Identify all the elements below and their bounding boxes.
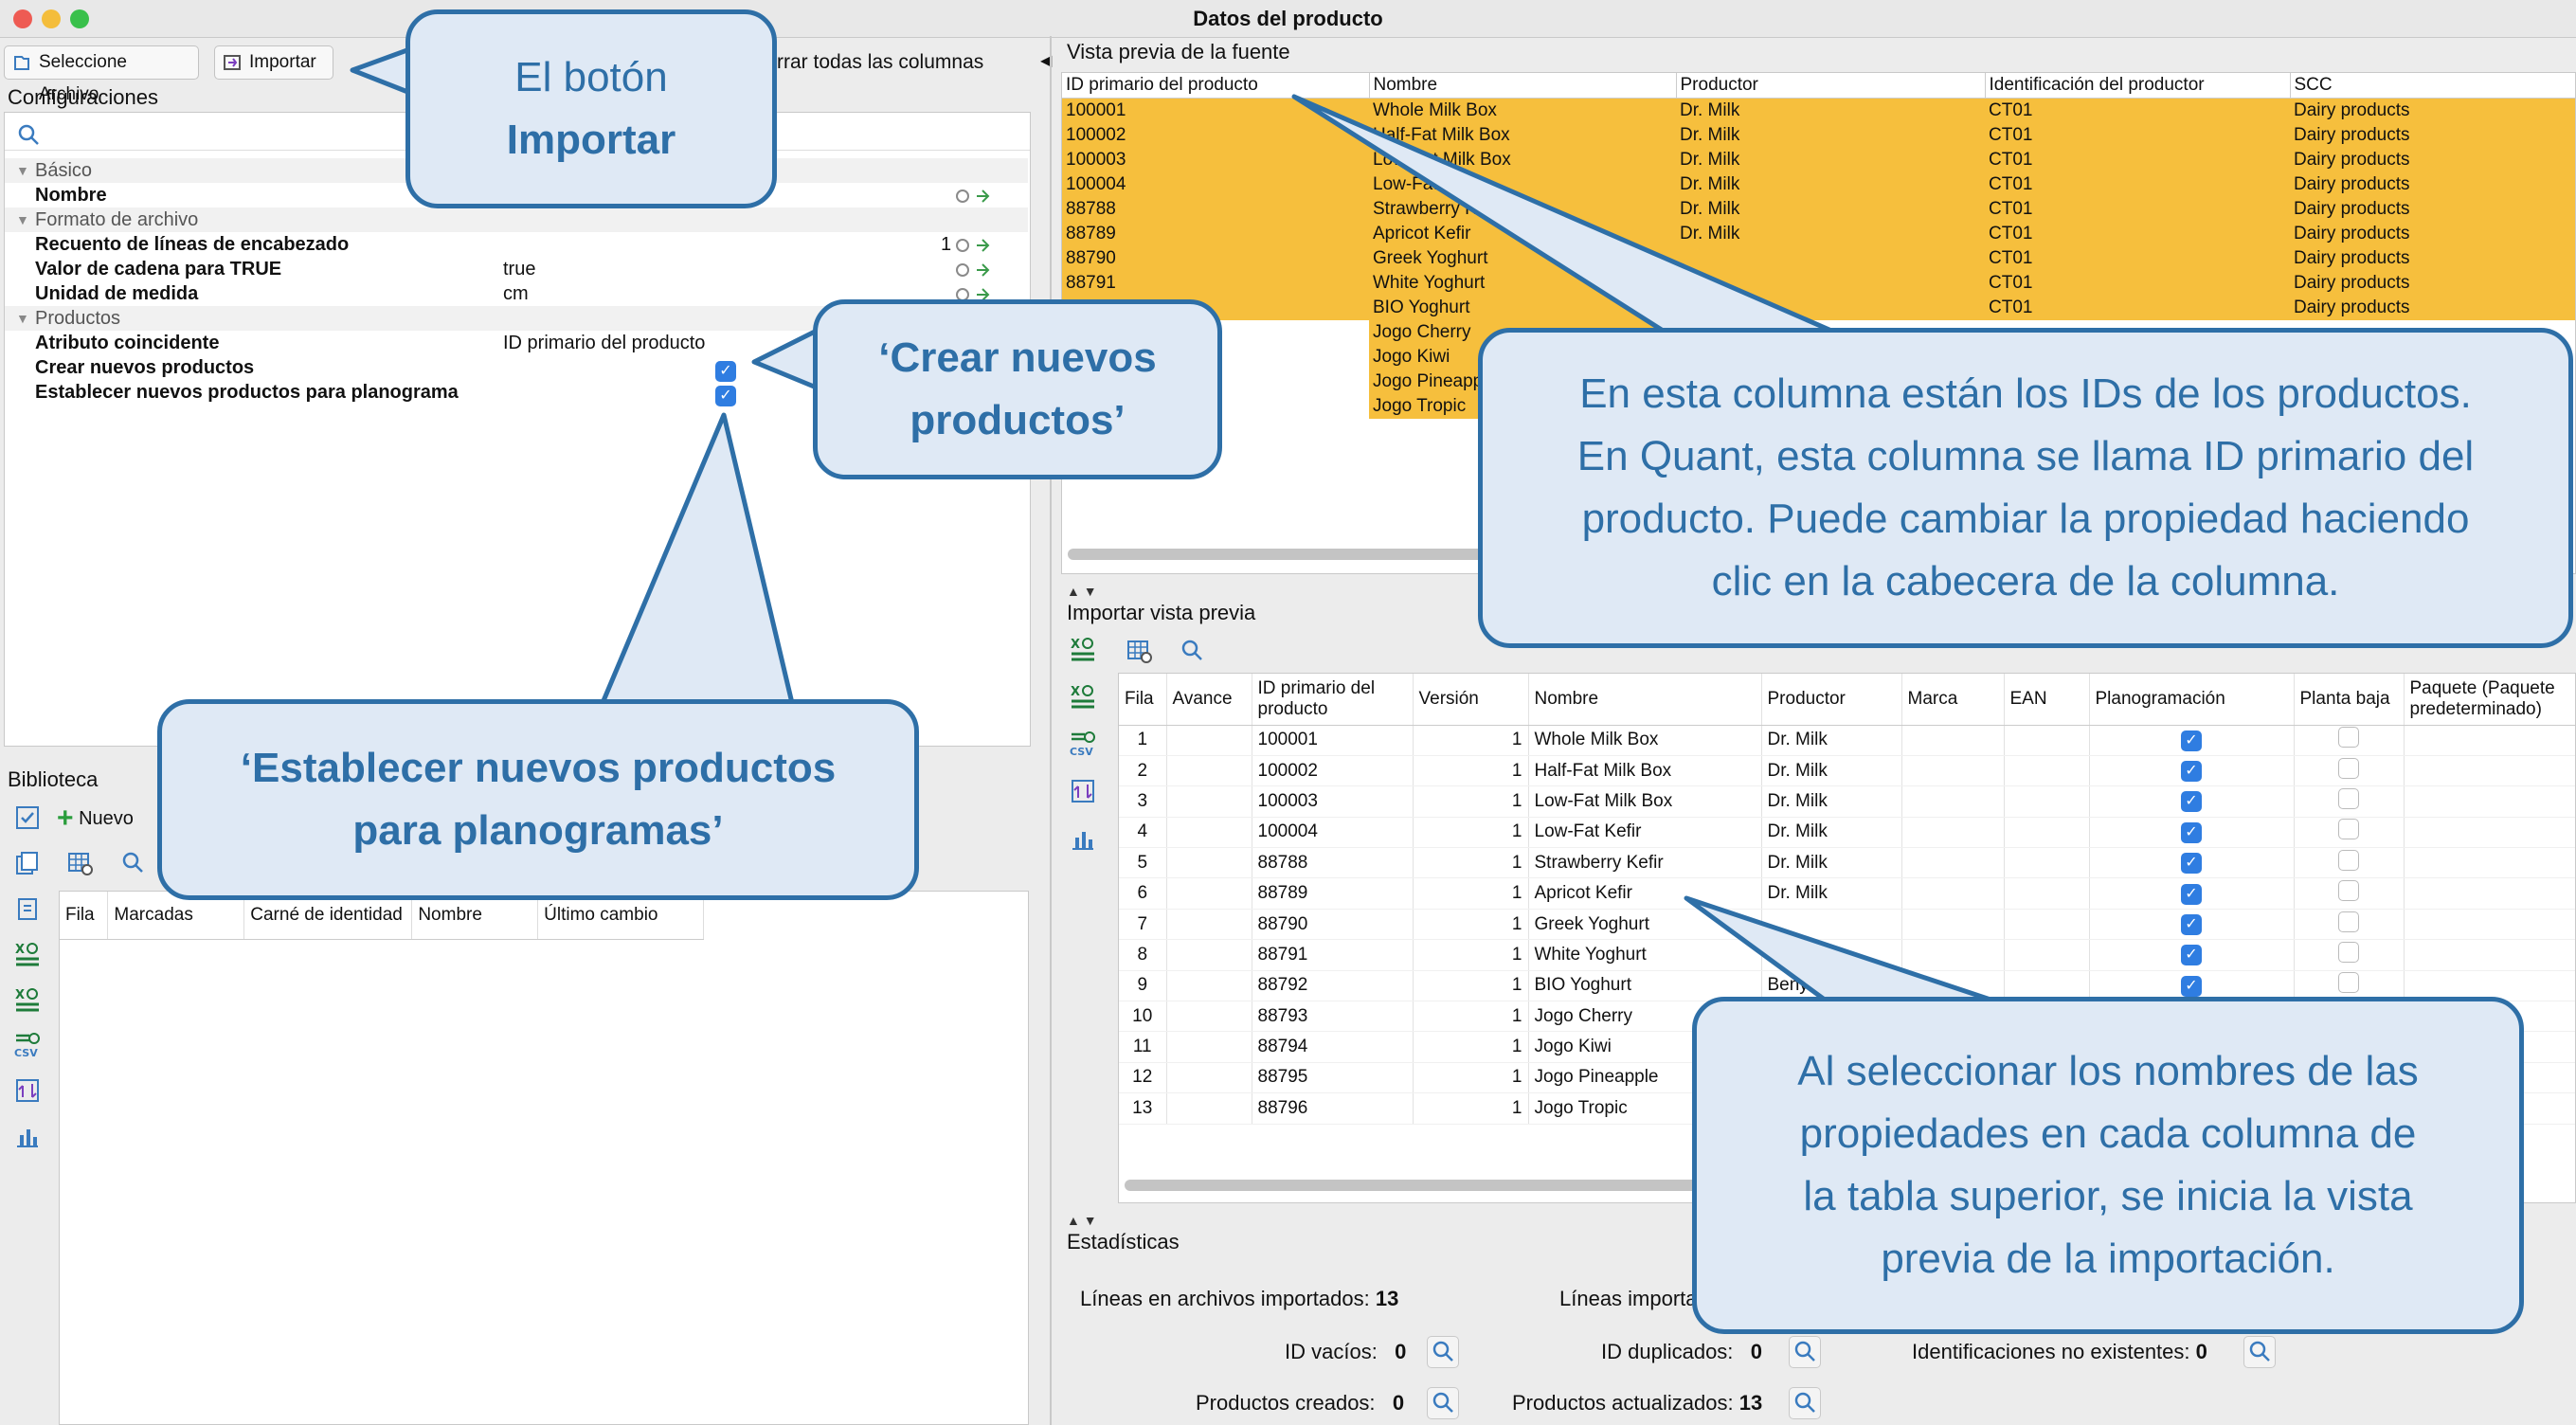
- selection-callout-line1: Al seleccionar los nombres de las: [1797, 1048, 2419, 1094]
- id-column-callout-pointer: [1291, 94, 1841, 336]
- id-column-callout: En esta columna están los IDs de los pro…: [1478, 328, 2573, 648]
- planogram-callout-line2: para planogramas’: [352, 807, 724, 854]
- create-callout-pointer: [751, 327, 821, 391]
- import-callout-line2: Importar: [506, 117, 676, 163]
- id-callout-line1: En esta columna están los IDs de los pro…: [1579, 370, 2472, 417]
- id-callout-line4: clic en la cabecera de la columna.: [1711, 558, 2340, 604]
- selection-callout-pointer: [1684, 895, 2002, 1005]
- import-callout-line1: El botón: [514, 54, 668, 100]
- create-callout-line1: ‘Crear nuevos: [878, 334, 1157, 381]
- create-products-callout: ‘Crear nuevos productos’: [813, 299, 1222, 479]
- id-callout-line2: En Quant, esta columna se llama ID prima…: [1576, 433, 2475, 479]
- planogram-callout-pointer: [600, 412, 795, 706]
- selection-callout-line3: la tabla superior, se inicia la vista: [1803, 1173, 2413, 1219]
- planogram-callout-line1: ‘Establecer nuevos productos: [240, 745, 837, 791]
- selection-callout-line4: previa de la importación.: [1881, 1236, 2335, 1282]
- selection-callout: Al seleccionar los nombres de las propied…: [1692, 997, 2524, 1334]
- planogram-callout: ‘Establecer nuevos productos para planogr…: [157, 699, 919, 900]
- selection-callout-line2: propiedades en cada columna de: [1799, 1110, 2417, 1157]
- create-callout-line2: productos’: [910, 397, 1126, 443]
- id-callout-line3: producto. Puede cambiar la propiedad hac…: [1581, 496, 2470, 542]
- import-button-callout: El botón Importar: [405, 9, 777, 208]
